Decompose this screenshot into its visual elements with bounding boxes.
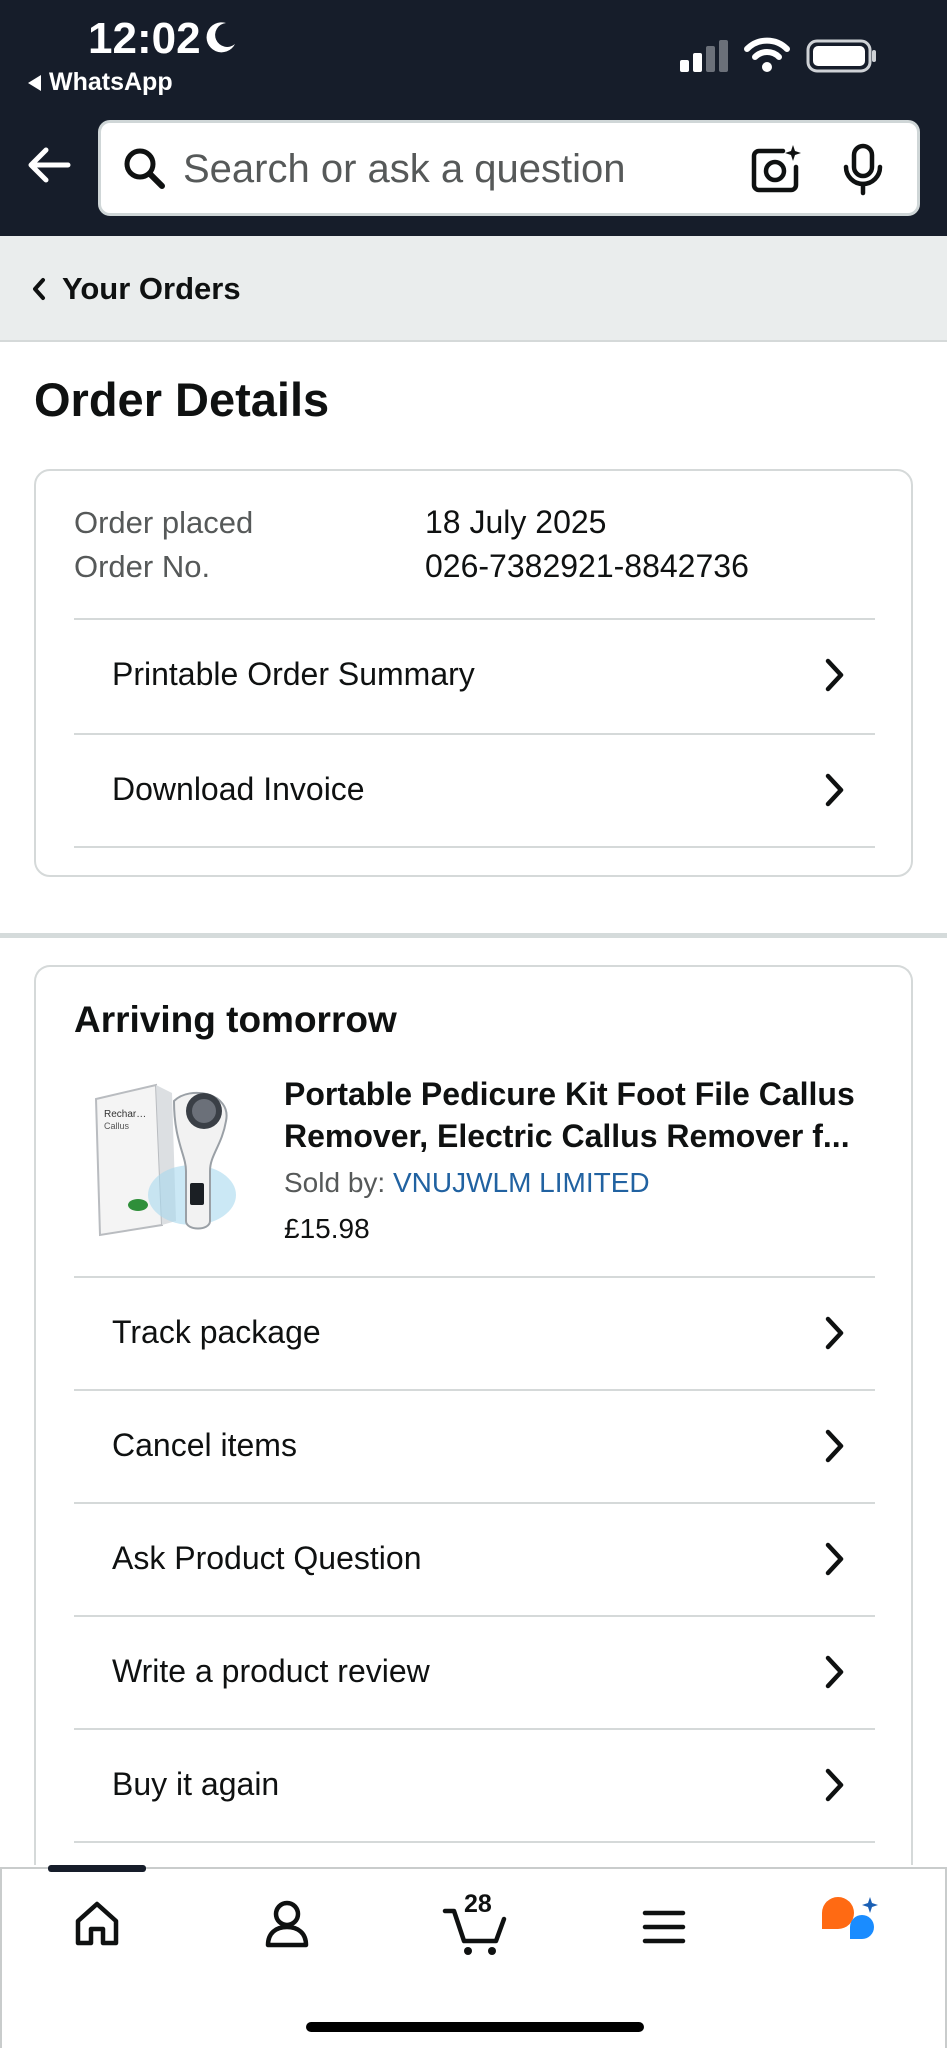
- camera-search-icon[interactable]: [749, 143, 803, 195]
- home-icon[interactable]: [74, 1899, 120, 1947]
- product-price: £15.98: [284, 1213, 370, 1244]
- shipment-card: Arriving tomorrow Rechar… Callus Portabl…: [34, 965, 913, 1865]
- row-label: Ask Product Question: [112, 1540, 422, 1576]
- row-label: Track package: [112, 1314, 321, 1350]
- row-label: Buy it again: [112, 1766, 280, 1802]
- chevron-right-icon: [825, 1316, 844, 1350]
- row-label: Download Invoice: [112, 771, 365, 807]
- order-number-value: 026-7382921-8842736: [425, 548, 749, 584]
- top-header: 12:02 WhatsApp Search or ask a question: [0, 0, 947, 236]
- status-time: 12:02: [88, 14, 201, 63]
- back-app-label: WhatsApp: [49, 68, 173, 96]
- chevron-right-icon: [825, 1655, 844, 1689]
- chevron-right-icon: [825, 1768, 844, 1802]
- cart-count-badge: 28: [464, 1890, 492, 1918]
- search-input[interactable]: Search or ask a question: [98, 120, 920, 216]
- breadcrumb[interactable]: Your Orders: [0, 236, 947, 342]
- breadcrumb-your-orders: Your Orders: [62, 271, 241, 306]
- printable-order-summary-row[interactable]: Printable Order Summary: [74, 618, 875, 731]
- section-divider: [74, 846, 875, 848]
- row-label: Cancel items: [112, 1427, 297, 1463]
- chevron-right-icon: [825, 658, 844, 692]
- back-triangle-icon: [28, 74, 41, 91]
- cancel-items-row[interactable]: Cancel items: [74, 1389, 875, 1502]
- delivery-status: Arriving tomorrow: [74, 999, 397, 1040]
- order-number-label: Order No.: [74, 549, 211, 584]
- wifi-icon: [744, 37, 790, 72]
- active-tab-indicator: [48, 1865, 146, 1872]
- track-package-row[interactable]: Track package: [74, 1276, 875, 1389]
- sold-by: Sold by: VNUJWLM LIMITED: [284, 1167, 650, 1199]
- buy-it-again-row[interactable]: Buy it again: [74, 1728, 875, 1841]
- order-info-card: Order placed 18 July 2025 Order No. 026-…: [34, 469, 913, 877]
- chevron-right-icon: [825, 773, 844, 807]
- write-review-row[interactable]: Write a product review: [74, 1615, 875, 1728]
- svg-text:Rechar…: Rechar…: [104, 1109, 146, 1120]
- section-divider: [74, 1841, 875, 1843]
- back-to-app-link[interactable]: WhatsApp: [28, 68, 173, 97]
- chevron-right-icon: [825, 1429, 844, 1463]
- chevron-left-icon: [33, 278, 45, 300]
- page-title: Order Details: [34, 373, 330, 426]
- row-label: Write a product review: [112, 1653, 430, 1689]
- product-image[interactable]: Rechar… Callus: [82, 1075, 242, 1243]
- battery-icon: [806, 39, 876, 73]
- ask-product-question-row[interactable]: Ask Product Question: [74, 1502, 875, 1615]
- row-label: Printable Order Summary: [112, 656, 475, 692]
- download-invoice-row[interactable]: Download Invoice: [74, 733, 875, 846]
- order-placed-value: 18 July 2025: [425, 504, 607, 540]
- moon-icon: [206, 22, 235, 53]
- cellular-signal-icon: [680, 40, 728, 72]
- search-placeholder: Search or ask a question: [183, 147, 626, 191]
- rufus-assistant-icon[interactable]: [820, 1895, 880, 1951]
- bottom-nav: 28: [0, 1865, 947, 2048]
- microphone-icon[interactable]: [841, 143, 885, 197]
- back-arrow-icon[interactable]: [26, 145, 72, 185]
- product-title[interactable]: Portable Pedicure Kit Foot File Callus R…: [284, 1073, 884, 1157]
- section-separator: [0, 933, 947, 938]
- seller-link[interactable]: VNUJWLM LIMITED: [393, 1167, 650, 1198]
- account-icon[interactable]: [264, 1899, 310, 1949]
- svg-text:Callus: Callus: [104, 1121, 130, 1131]
- search-icon: [124, 148, 165, 189]
- order-placed-label: Order placed: [74, 505, 254, 540]
- menu-icon[interactable]: [642, 1909, 686, 1945]
- sold-by-label: Sold by:: [284, 1167, 386, 1198]
- home-indicator-bar: [306, 2022, 644, 2032]
- chevron-right-icon: [825, 1542, 844, 1576]
